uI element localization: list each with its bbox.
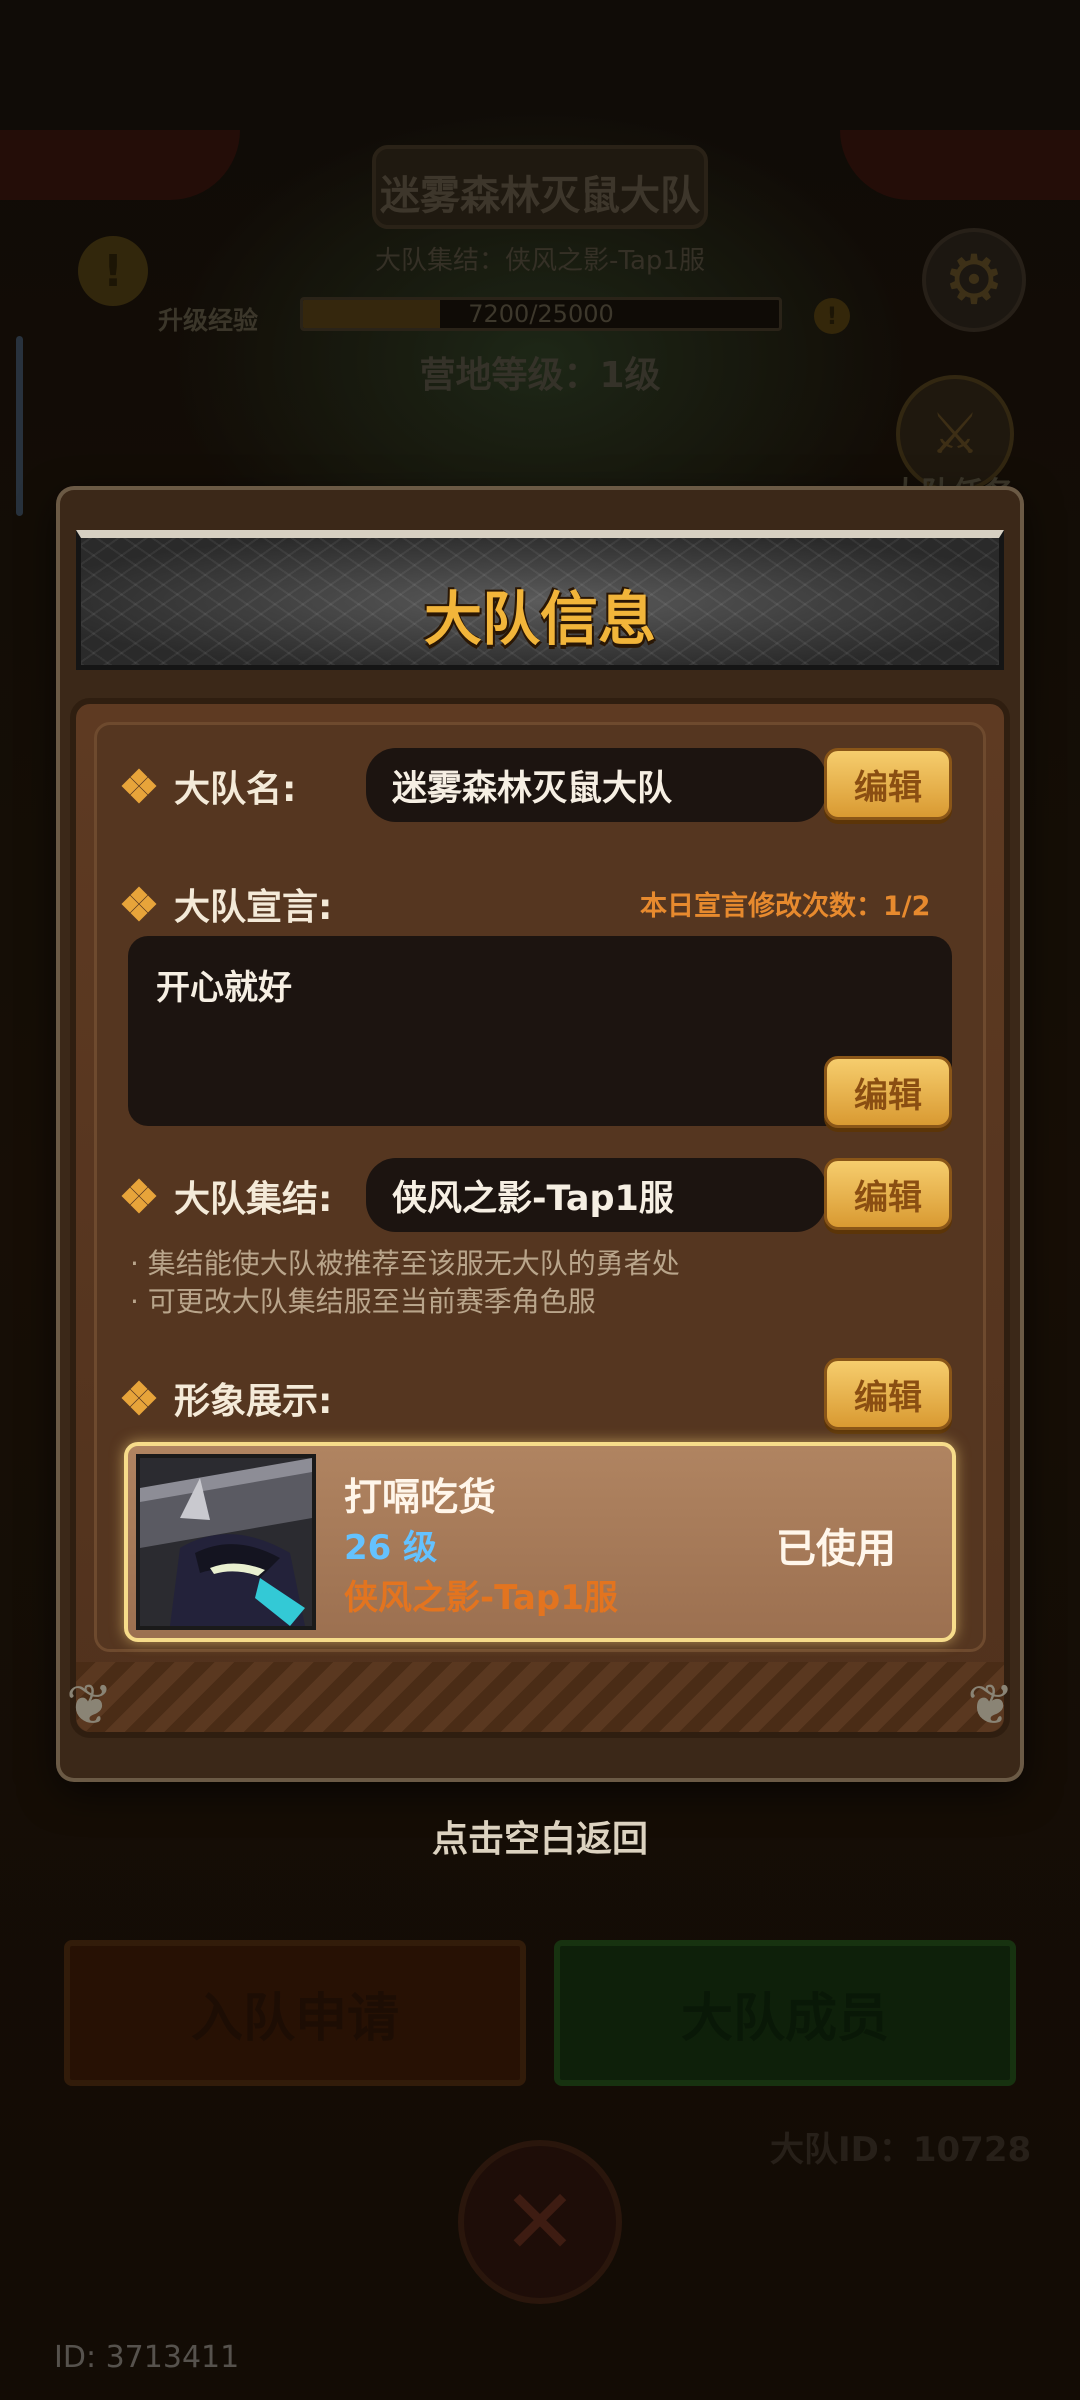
rally-note: · 集结能使大队被推荐至该服无大队的勇者处: [130, 1247, 680, 1280]
character-name: 打嗝吃货: [344, 1475, 497, 1519]
diamond-bullet-icon: [121, 768, 157, 804]
rally-server-field: 侠风之影-Tap1服: [366, 1158, 826, 1232]
display-label-row: 形象展示:: [121, 1372, 333, 1424]
modal-title: 大队信息: [423, 585, 656, 653]
modal-header: 大队信息: [76, 530, 1004, 670]
diamond-bullet-icon: [121, 1380, 157, 1416]
corner-ornament-left-icon: ❦: [66, 1673, 113, 1738]
motto-text: 开心就好: [156, 968, 292, 1008]
display-label: 形象展示:: [174, 1381, 333, 1422]
rally-label: 大队集结:: [174, 1179, 333, 1220]
motto-edit-count: 本日宣言修改次数：1/2: [640, 891, 931, 922]
team-name-label-row: 大队名:: [121, 760, 297, 812]
modal-footer-pattern: [76, 1662, 1004, 1732]
character-portrait-icon: [140, 1458, 312, 1626]
character-avatar: [136, 1454, 316, 1630]
edit-motto-button[interactable]: 编辑: [824, 1056, 952, 1128]
tap-blank-to-return-hint[interactable]: 点击空白返回: [0, 1810, 1080, 1862]
rally-notes: · 集结能使大队被推荐至该服无大队的勇者处 · 可更改大队集结服至当前赛季角色服: [130, 1245, 680, 1321]
character-card[interactable]: 打嗝吃货 26 级 侠风之影-Tap1服 已使用: [124, 1442, 956, 1642]
edit-display-button[interactable]: 编辑: [824, 1358, 952, 1430]
character-server: 侠风之影-Tap1服: [344, 1578, 618, 1618]
rally-note: · 可更改大队集结服至当前赛季角色服: [130, 1285, 596, 1318]
diamond-bullet-icon: [121, 886, 157, 922]
character-status: 已使用: [776, 1526, 896, 1572]
edit-rally-button[interactable]: 编辑: [824, 1158, 952, 1230]
team-name-label: 大队名:: [174, 769, 297, 810]
motto-label: 大队宣言:: [174, 887, 333, 928]
character-level: 26 级: [344, 1528, 438, 1568]
corner-ornament-right-icon: ❦: [967, 1673, 1014, 1738]
rally-label-row: 大队集结:: [121, 1170, 333, 1222]
motto-label-row: 大队宣言:: [121, 878, 333, 930]
team-name-field: 迷雾森林灭鼠大队: [366, 748, 826, 822]
diamond-bullet-icon: [121, 1178, 157, 1214]
edit-team-name-button[interactable]: 编辑: [824, 748, 952, 820]
